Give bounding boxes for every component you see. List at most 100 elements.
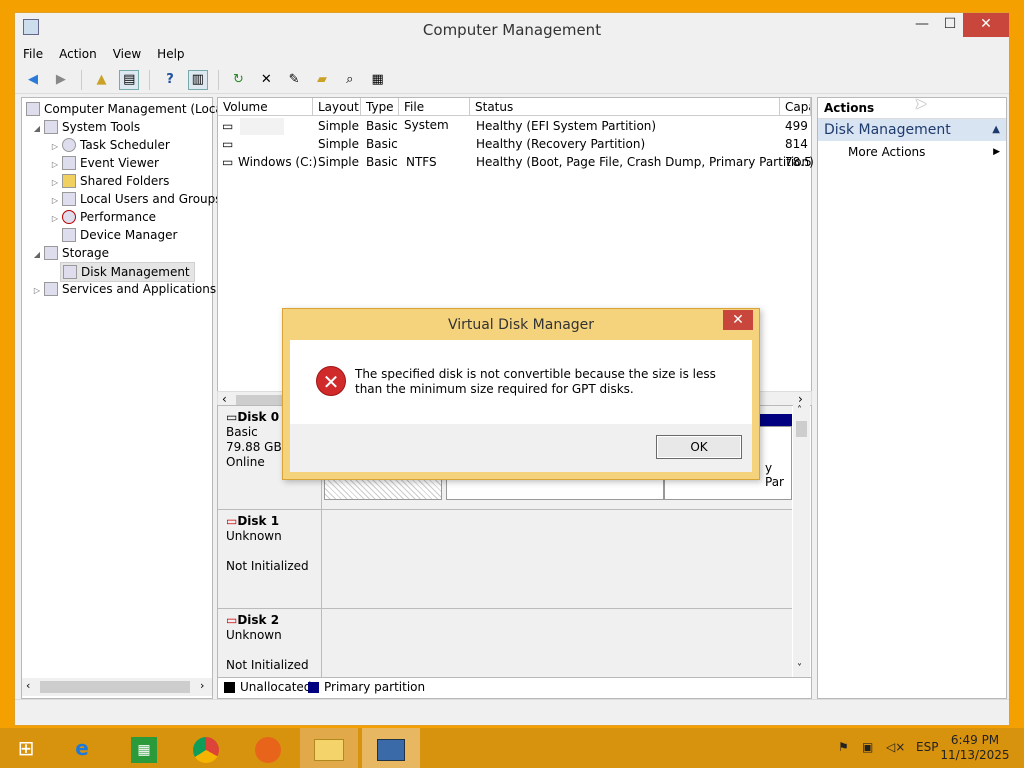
- disk-partitions: [322, 609, 792, 680]
- tree-item-disk-management[interactable]: Disk Management: [60, 262, 195, 282]
- menu-help[interactable]: Help: [149, 45, 192, 63]
- dialog-message: The specified disk is not convertible be…: [355, 367, 716, 396]
- collapse-icon[interactable]: ◢: [32, 120, 42, 138]
- start-button-icon[interactable]: ⊞: [0, 728, 52, 768]
- up-folder-icon[interactable]: ▲: [91, 70, 111, 90]
- scroll-down-icon[interactable]: ˅: [797, 663, 802, 674]
- actions-section-disk-management[interactable]: Disk Management ▲: [818, 119, 1006, 141]
- tree-item-root[interactable]: Computer Management (Local: [24, 100, 226, 118]
- action-pane-icon[interactable]: ▥: [187, 70, 208, 90]
- tree-hscrollbar[interactable]: ‹ ›: [22, 678, 212, 696]
- disk-label[interactable]: ▭Disk 1 Unknown Not Initialized: [218, 510, 322, 609]
- chrome-icon[interactable]: [180, 728, 232, 768]
- ok-button[interactable]: OK: [656, 435, 742, 459]
- graph-vscrollbar[interactable]: ˄ ˅: [793, 405, 810, 679]
- store-icon[interactable]: ▦: [118, 728, 170, 768]
- network-icon[interactable]: ▣: [862, 740, 873, 754]
- scroll-left-icon[interactable]: ‹: [26, 679, 30, 692]
- title-bar[interactable]: Computer Management — ☐ ✕: [15, 13, 1009, 45]
- scroll-left-icon[interactable]: ‹: [222, 392, 227, 406]
- menu-bar: File Action View Help: [15, 45, 1009, 65]
- volume-muted-icon[interactable]: ◁×: [886, 740, 905, 754]
- clock[interactable]: 6:49 PM 11/13/2025: [940, 733, 1010, 763]
- collapse-icon[interactable]: ◢: [32, 246, 42, 264]
- minimize-button[interactable]: —: [907, 13, 937, 37]
- open-folder-icon[interactable]: ▰: [312, 70, 332, 90]
- disk-name: Disk 0: [237, 410, 280, 424]
- drive-icon: ▭: [222, 137, 234, 151]
- maximize-button[interactable]: ☐: [935, 13, 965, 37]
- dialog-footer: OK: [290, 424, 752, 472]
- show-hide-tree-icon[interactable]: ▤: [119, 70, 140, 90]
- tree-item-storage[interactable]: ◢ Storage: [32, 244, 109, 262]
- clock-date: 11/13/2025: [940, 748, 1010, 762]
- legend-swatch-unallocated: [224, 682, 235, 693]
- disk-label[interactable]: ▭Disk 2 Unknown Not Initialized: [218, 609, 322, 680]
- tree-item-system-tools[interactable]: ◢ System Tools: [32, 118, 140, 136]
- menu-file[interactable]: File: [15, 45, 51, 63]
- tree-item-device-manager[interactable]: Device Manager: [60, 226, 177, 244]
- close-button[interactable]: ✕: [963, 13, 1009, 37]
- language-indicator[interactable]: ESP: [916, 740, 938, 754]
- firefox-icon[interactable]: [242, 728, 294, 768]
- tree-item-local-users[interactable]: ▷ Local Users and Groups: [50, 190, 222, 208]
- scroll-right-icon[interactable]: ›: [200, 679, 204, 692]
- collapse-up-icon[interactable]: ▲: [992, 119, 1000, 141]
- toolbar-separator: [80, 70, 82, 90]
- column-header-filesystem[interactable]: File System: [399, 98, 470, 132]
- volume-layout: Simple: [318, 137, 359, 151]
- volume-status: Healthy (Boot, Page File, Crash Dump, Pr…: [476, 155, 814, 169]
- internet-explorer-icon[interactable]: e: [56, 728, 108, 768]
- computer-management-taskbar-icon[interactable]: [362, 728, 420, 768]
- settings-icon[interactable]: ▦: [368, 70, 388, 90]
- tree-item-performance[interactable]: ▷ Performance: [50, 208, 156, 226]
- volume-layout: Simple: [318, 155, 359, 169]
- scroll-thumb[interactable]: [796, 421, 807, 437]
- expand-icon[interactable]: ▷: [32, 282, 42, 300]
- volume-status: Healthy (EFI System Partition): [476, 119, 657, 133]
- column-header-capacity[interactable]: Capa: [780, 98, 811, 116]
- legend: Unallocated Primary partition: [217, 677, 812, 699]
- search-icon[interactable]: ⌕: [340, 70, 360, 90]
- properties-icon[interactable]: ✎: [284, 70, 304, 90]
- delete-icon[interactable]: ✕: [256, 70, 276, 90]
- menu-action[interactable]: Action: [51, 45, 105, 63]
- shared-folder-icon: [62, 174, 76, 188]
- flag-icon[interactable]: ⚑: [838, 740, 849, 754]
- back-icon[interactable]: ◀: [23, 70, 43, 90]
- disk-management-icon: [63, 265, 77, 279]
- drive-icon: ▭: [222, 119, 234, 133]
- legend-label-unallocated: Unallocated: [240, 680, 312, 694]
- tree-item-services[interactable]: ▷ Services and Applications: [32, 280, 216, 298]
- performance-icon: [62, 210, 76, 224]
- device-manager-icon: [62, 228, 76, 242]
- dialog-close-button[interactable]: ✕: [723, 310, 753, 330]
- column-header-status[interactable]: Status: [470, 98, 780, 116]
- volume-type: Basic: [366, 155, 398, 169]
- help-icon[interactable]: ?: [160, 70, 180, 90]
- column-header-type[interactable]: Type: [361, 98, 399, 116]
- disk-size: [226, 544, 321, 559]
- clock-time: 6:49 PM: [950, 733, 1000, 747]
- menu-view[interactable]: View: [105, 45, 149, 63]
- scroll-thumb[interactable]: [40, 681, 190, 693]
- volume-status: Healthy (Recovery Partition): [476, 137, 646, 151]
- file-explorer-icon[interactable]: [300, 728, 358, 768]
- expand-icon[interactable]: ▷: [50, 210, 60, 228]
- tree-item-shared-folders[interactable]: ▷ Shared Folders: [50, 172, 169, 190]
- event-viewer-icon: [62, 156, 76, 170]
- tree-item-task-scheduler[interactable]: ▷ Task Scheduler: [50, 136, 170, 154]
- scroll-right-icon[interactable]: ›: [798, 392, 803, 406]
- disk-size: [226, 643, 321, 658]
- column-header-volume[interactable]: Volume: [218, 98, 313, 116]
- scroll-up-icon[interactable]: ˄: [797, 405, 802, 416]
- taskbar: ⊞ e ▦ ⚑ ▣ ◁× ESP 6:49 PM 11/13/2025: [0, 728, 1024, 768]
- drive-icon: ▭: [222, 155, 234, 169]
- forward-icon[interactable]: ▶: [51, 70, 71, 90]
- column-header-layout[interactable]: Layout: [313, 98, 361, 116]
- tree-item-event-viewer[interactable]: ▷ Event Viewer: [50, 154, 159, 172]
- more-actions-item[interactable]: More Actions ▶: [818, 141, 1006, 163]
- disk-name: Disk 2: [237, 613, 280, 627]
- refresh-icon[interactable]: ↻: [228, 70, 248, 90]
- console-tree: Computer Management (Local ◢ System Tools…: [21, 97, 226, 699]
